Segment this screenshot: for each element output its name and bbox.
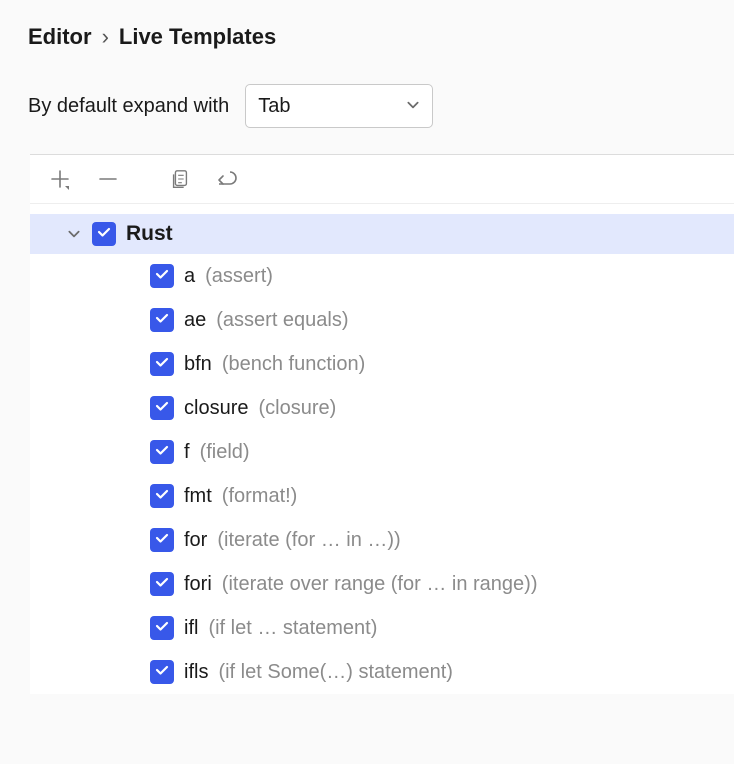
undo-icon[interactable] [214, 165, 242, 193]
template-description: (closure) [258, 397, 336, 420]
templates-panel: Rust a (assert) ae (assert equals)bfn (bench… [30, 154, 734, 694]
template-abbreviation: f [184, 441, 190, 464]
template-description: (if let … statement) [208, 617, 377, 640]
template-description: (bench function) [222, 353, 365, 376]
template-abbreviation: a [184, 265, 195, 288]
breadcrumb-separator: › [102, 24, 109, 50]
breadcrumb: Editor › Live Templates [28, 24, 734, 50]
template-abbreviation: ae [184, 309, 206, 332]
group-label: Rust [126, 222, 173, 246]
template-row[interactable]: fori (iterate over range (for … in range)… [30, 562, 734, 606]
remove-icon[interactable] [94, 165, 122, 193]
check-icon [154, 309, 170, 332]
template-description: (if let Some(…) statement) [218, 661, 453, 684]
template-abbreviation: fmt [184, 485, 212, 508]
template-description: (field) [200, 441, 250, 464]
check-icon [154, 617, 170, 640]
templates-tree: Rust a (assert) ae (assert equals)bfn (bench… [30, 204, 734, 694]
template-row[interactable]: bfn (bench function) [30, 342, 734, 386]
add-icon[interactable] [46, 165, 74, 193]
template-description: (iterate over range (for … in range)) [222, 573, 538, 596]
template-checkbox[interactable] [150, 396, 174, 420]
template-row[interactable]: a (assert) [30, 254, 734, 298]
template-description: (assert) [205, 265, 273, 288]
template-description: (assert equals) [216, 309, 348, 332]
template-row[interactable]: for (iterate (for … in …)) [30, 518, 734, 562]
check-icon [154, 485, 170, 508]
toolbar [30, 155, 734, 204]
template-checkbox[interactable] [150, 660, 174, 684]
template-checkbox[interactable] [150, 616, 174, 640]
template-row[interactable]: ae (assert equals) [30, 298, 734, 342]
template-abbreviation: bfn [184, 353, 212, 376]
check-icon [154, 529, 170, 552]
template-abbreviation: for [184, 529, 207, 552]
template-row[interactable]: ifls (if let Some(…) statement) [30, 650, 734, 694]
group-checkbox[interactable] [92, 222, 116, 246]
check-icon [154, 441, 170, 464]
template-row[interactable]: closure (closure) [30, 386, 734, 430]
template-description: (iterate (for … in …)) [217, 529, 400, 552]
template-checkbox[interactable] [150, 572, 174, 596]
chevron-down-icon [406, 95, 420, 118]
template-group-row[interactable]: Rust [30, 214, 734, 254]
template-checkbox[interactable] [150, 308, 174, 332]
template-abbreviation: closure [184, 397, 248, 420]
check-icon [154, 353, 170, 376]
chevron-down-icon[interactable] [66, 227, 82, 241]
template-row[interactable]: fmt (format!) [30, 474, 734, 518]
template-abbreviation: fori [184, 573, 212, 596]
breadcrumb-parent[interactable]: Editor [28, 24, 92, 50]
check-icon [154, 573, 170, 596]
template-row[interactable]: ifl (if let … statement) [30, 606, 734, 650]
template-checkbox[interactable] [150, 484, 174, 508]
check-icon [154, 265, 170, 288]
template-checkbox[interactable] [150, 440, 174, 464]
template-abbreviation: ifls [184, 661, 208, 684]
check-icon [96, 223, 112, 246]
expand-dropdown[interactable]: Tab [245, 84, 433, 128]
breadcrumb-current: Live Templates [119, 24, 276, 50]
expand-dropdown-value: Tab [258, 95, 290, 118]
template-row[interactable]: f (field) [30, 430, 734, 474]
expand-with-row: By default expand with Tab [28, 84, 734, 128]
copy-icon[interactable] [166, 165, 194, 193]
check-icon [154, 397, 170, 420]
template-abbreviation: ifl [184, 617, 198, 640]
template-checkbox[interactable] [150, 264, 174, 288]
template-checkbox[interactable] [150, 528, 174, 552]
check-icon [154, 661, 170, 684]
template-checkbox[interactable] [150, 352, 174, 376]
expand-label: By default expand with [28, 95, 229, 118]
template-description: (format!) [222, 485, 298, 508]
